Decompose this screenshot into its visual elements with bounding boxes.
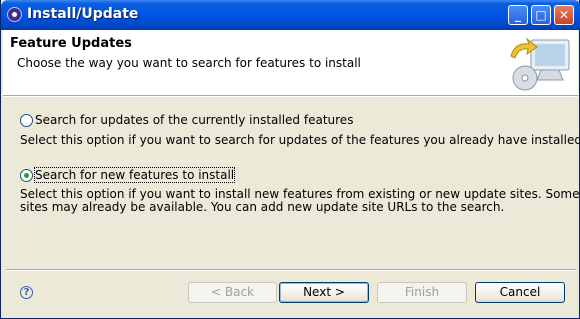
radio-search-new[interactable] xyxy=(20,169,33,182)
title-bar[interactable]: Install/Update _ □ ✕ xyxy=(1,0,580,30)
update-wizard-icon xyxy=(510,37,570,91)
install-update-dialog: Install/Update _ □ ✕ Feature Updates Cho… xyxy=(0,0,580,319)
option-label[interactable]: Search for updates of the currently inst… xyxy=(35,113,353,127)
back-button[interactable]: < Back xyxy=(188,282,277,303)
option-description-line: sites may already be available. You can … xyxy=(20,200,505,214)
window-title: Install/Update xyxy=(27,6,139,22)
finish-button[interactable]: Finish xyxy=(377,282,467,303)
option-description: Select this option if you want to search… xyxy=(20,133,580,147)
header-separator xyxy=(3,96,578,97)
minimize-button[interactable]: _ xyxy=(508,5,528,25)
cancel-button[interactable]: Cancel xyxy=(475,282,565,303)
close-button[interactable]: ✕ xyxy=(554,5,574,25)
page-title: Feature Updates xyxy=(10,36,132,51)
help-icon[interactable]: ? xyxy=(20,286,33,299)
maximize-button[interactable]: □ xyxy=(531,5,551,25)
next-button[interactable]: Next > xyxy=(279,282,369,303)
page-description: Choose the way you want to search for fe… xyxy=(17,56,361,70)
option-label[interactable]: Search for new features to install xyxy=(33,167,236,183)
footer-separator xyxy=(6,269,576,271)
eclipse-icon xyxy=(7,7,22,22)
wizard-header: Feature Updates Choose the way you want … xyxy=(3,30,578,96)
radio-search-updates[interactable] xyxy=(20,114,33,127)
